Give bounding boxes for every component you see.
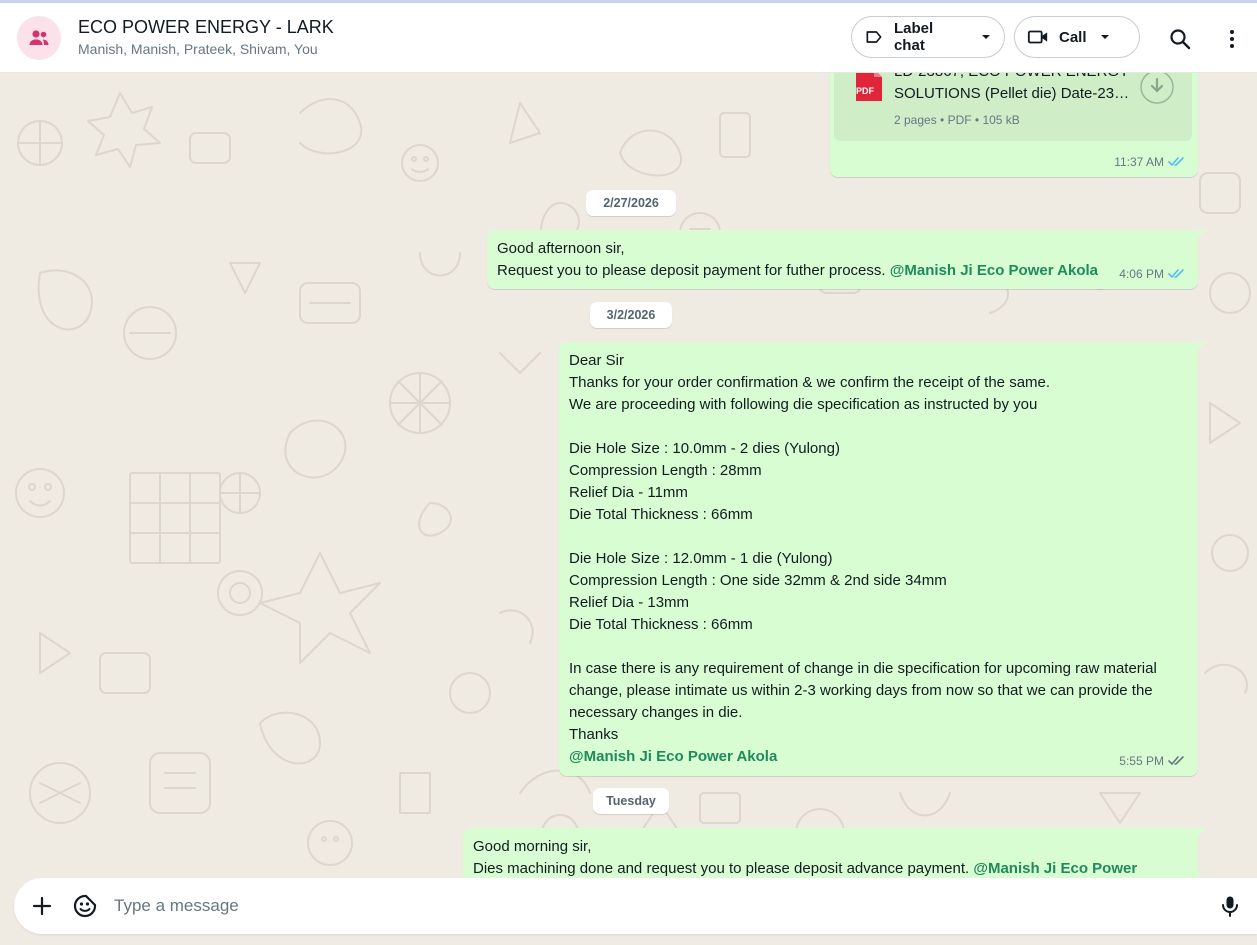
message-meta: 5:55 PM (1119, 750, 1186, 772)
chat-title[interactable]: ECO POWER ENERGY - LARK (78, 17, 334, 38)
group-icon (29, 30, 49, 45)
message-line (569, 526, 1188, 548)
more-options-icon[interactable] (1220, 27, 1244, 51)
pdf-message-bubble[interactable]: PDF LD-23867, ECO POWER ENERGY SOLUTIONS… (830, 73, 1198, 177)
message-line: change, please intimate us within 2-3 wo… (569, 682, 1153, 699)
pdf-meta: 2 pages • PDF • 105 kB (894, 113, 1020, 127)
message-line: Good morning sir, (473, 838, 592, 855)
group-avatar[interactable] (17, 16, 61, 60)
message-composer: Type a message (14, 878, 1257, 934)
message-line: Compression Length : 28mm (569, 462, 762, 479)
bubble-tail (1196, 828, 1206, 838)
chevron-down-icon (982, 35, 991, 39)
message-line: Thanks for your order confirmation & we … (569, 374, 1051, 391)
message-time: 11:37 AM (1114, 155, 1164, 169)
message-line: Good afternoon sir, (497, 240, 625, 257)
message-line: Dear Sir (569, 352, 625, 369)
message-line: necessary changes in die. (569, 704, 743, 721)
mention-link[interactable]: @Manish Ji Eco Power (973, 860, 1137, 877)
label-chat-button[interactable]: Label chat (851, 16, 1005, 58)
chat-participants[interactable]: Manish, Manish, Prateek, Shivam, You (78, 41, 318, 57)
bubble-tail (1196, 342, 1206, 352)
message-line (569, 636, 1188, 658)
download-icon[interactable] (1139, 73, 1175, 105)
microphone-icon[interactable] (1218, 894, 1242, 918)
read-ticks-icon (1168, 269, 1184, 279)
chevron-down-icon (1100, 35, 1109, 39)
delivered-ticks-icon (1168, 756, 1184, 766)
message-line: Die Total Thickness : 66mm (569, 616, 753, 633)
video-call-icon (1027, 30, 1048, 44)
message-bubble[interactable]: Good afternoon sir, Request you to pleas… (487, 230, 1206, 289)
mention-link[interactable]: @Manish Ji Eco Power Akola (890, 262, 1098, 279)
sticker-emoji-icon[interactable] (72, 893, 98, 919)
message-list[interactable]: PDF LD-23867, ECO POWER ENERGY SOLUTIONS… (0, 73, 1257, 878)
message-line: Relief Dia - 13mm (569, 594, 690, 611)
message-bubble[interactable]: Good morning sir, Dies machining done an… (463, 828, 1206, 878)
message-line: In case there is any requirement of chan… (569, 660, 1157, 677)
message-line: We are proceeding with following die spe… (569, 396, 1038, 413)
message-time: 5:55 PM (1119, 754, 1164, 768)
read-ticks-icon (1168, 157, 1184, 167)
message-meta: 4:06 PM (1119, 263, 1186, 285)
message-line: Die Hole Size : 12.0mm - 1 die (Yulong) (569, 550, 833, 567)
label-chat-label: Label chat (893, 20, 934, 54)
pdf-title-line-1: LD-23867, ECO POWER ENERGY (894, 73, 1134, 83)
message-meta: 11:37 AM (1114, 151, 1186, 173)
call-label: Call (1059, 28, 1087, 46)
composer-bar: Type a message (0, 878, 1257, 945)
mention-link[interactable]: @Manish Ji Eco Power Akola (569, 746, 1188, 768)
message-time: 4:06 PM (1119, 267, 1164, 281)
message-line: Thanks (569, 726, 619, 743)
pdf-badge: PDF (856, 86, 874, 96)
message-line: Request you to please deposit payment fo… (497, 262, 886, 279)
message-line: Die Total Thickness : 66mm (569, 506, 753, 523)
attach-plus-icon[interactable] (30, 894, 54, 918)
call-button[interactable]: Call (1014, 16, 1140, 58)
date-separator: 3/2/2026 (590, 302, 672, 328)
chat-header: ECO POWER ENERGY - LARK Manish, Manish, … (0, 3, 1257, 73)
date-separator: Tuesday (593, 788, 669, 814)
message-line: Dies machining done and request you to p… (473, 860, 970, 877)
message-input[interactable]: Type a message (114, 896, 239, 916)
pdf-attachment[interactable]: PDF LD-23867, ECO POWER ENERGY SOLUTIONS… (834, 73, 1192, 141)
pdf-title-line-2: SOLUTIONS (Pellet die) Date-23… (894, 85, 1130, 102)
message-line: Relief Dia - 11mm (569, 484, 688, 501)
bubble-tail (1196, 230, 1206, 240)
label-icon (866, 31, 882, 43)
message-body: Dear Sir Thanks for your order confirmati… (569, 350, 1188, 746)
message-bubble[interactable]: Dear Sir Thanks for your order confirmati… (559, 342, 1206, 776)
date-separator: 2/27/2026 (586, 190, 676, 216)
message-line (569, 416, 1188, 438)
message-line: Compression Length : One side 32mm & 2nd… (569, 572, 947, 589)
message-line: Die Hole Size : 10.0mm - 2 dies (Yulong) (569, 440, 840, 457)
search-icon[interactable] (1168, 27, 1192, 51)
